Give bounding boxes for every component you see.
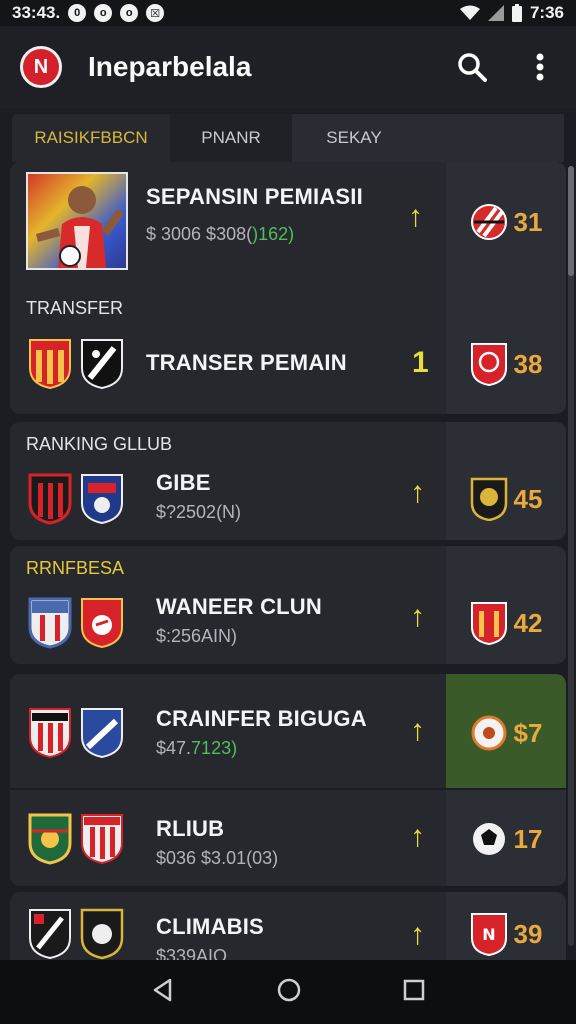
app-logo[interactable]: N [20, 46, 62, 88]
app-title: Ineparbelala [88, 51, 252, 82]
featured-title: SEPANSIN PEMIASII [146, 184, 363, 209]
list-item[interactable]: CRAINFER BIGUGA $47.7123) ↑ $7 [10, 698, 566, 768]
more-options-button[interactable] [524, 51, 556, 83]
search-icon [458, 53, 487, 82]
club-crest-icon [80, 338, 124, 390]
club-list-card[interactable]: CRAINFER BIGUGA $47.7123) ↑ $7 RLIUB $03… [10, 674, 566, 886]
trend-arrow: ↑ [410, 714, 425, 747]
rrnf-card[interactable]: RRNFBESA WANEER CLUN $:256AIN) ↑ 42 [10, 546, 566, 664]
ranking-row[interactable]: GIBE $?2502(N) ↑ 45 [10, 466, 566, 532]
list-item-title: CRAINFER BIGUGA [156, 706, 367, 731]
soccer-ball-icon [470, 817, 508, 861]
list-item-title: CLIMABIS [156, 914, 264, 939]
featured-sub-green: )162) [252, 224, 295, 244]
trend-arrow: ↑ [410, 600, 425, 633]
ranking-sub: $?2502(N) [156, 502, 242, 522]
wifi-icon [459, 5, 480, 20]
list-item-sub: $47. [156, 738, 192, 758]
trend-arrow: ↑ [410, 476, 425, 509]
trend-arrow: ↑ [408, 200, 423, 233]
search-button[interactable] [456, 51, 488, 83]
tab-bar-filler [416, 114, 564, 162]
list-item-sub: $036 $3.01(03) [156, 848, 279, 868]
featured-row[interactable]: SEPANSIN PEMIASII $ 3006 $308()162) ↑ 31 [10, 170, 566, 274]
club-crest-icon [470, 477, 508, 521]
rrnf-row[interactable]: WANEER CLUN $:256AIN) ↑ 42 [10, 590, 566, 656]
transfer-row[interactable]: TRANSER PEMAIN 1 38 [10, 332, 566, 396]
list-item-sub-green: 7123) [191, 738, 238, 758]
section-label-ranking: RANKING GLLUB [26, 434, 173, 454]
svg-text:N: N [482, 925, 495, 944]
section-label-rrnf: RRNFBESA [26, 558, 125, 578]
scrollbar-track[interactable] [568, 166, 574, 946]
notification-icon: o [94, 4, 113, 22]
back-icon [153, 978, 172, 1001]
score-value: 45 [513, 483, 543, 514]
tab-raisikfbbcn[interactable]: RAISIKFBBCN [12, 114, 170, 162]
section-label-transfer: TRANSFER [26, 298, 124, 318]
home-button[interactable] [276, 977, 302, 1008]
system-nav-bar [0, 960, 576, 1024]
trend-arrow: ↑ [410, 918, 425, 951]
club-crest-icon [80, 473, 124, 525]
home-icon [277, 978, 301, 1001]
club-crest-icon [28, 338, 72, 390]
tab-sekay[interactable]: SEKAY [292, 114, 416, 162]
club-crest-icon [80, 813, 124, 865]
club-crest-icon [28, 908, 72, 960]
battery-icon [511, 4, 522, 22]
tab-pnanr[interactable]: PNANR [170, 114, 292, 162]
club-crest-icon [80, 908, 124, 960]
ranking-card[interactable]: RANKING GLLUB GIBE $?2502(N) ↑ 45 [10, 422, 566, 540]
club-crest-icon [470, 200, 508, 244]
club-crest-icon: N [470, 912, 508, 956]
notification-icon: 0 [68, 4, 87, 22]
transfer-title: TRANSER PEMAIN [146, 350, 347, 375]
club-crest-icon [80, 707, 124, 759]
ranking-title: GIBE [156, 470, 211, 495]
player-photo [26, 172, 128, 270]
score-value: $7 [513, 717, 543, 748]
soccer-ball-icon [470, 711, 508, 755]
club-crest-icon [470, 342, 508, 386]
club-crest-icon [28, 597, 72, 649]
signal-icon [487, 5, 504, 21]
trend-arrow: ↑ [410, 820, 425, 853]
status-bar: 33:43. 0 o o ☒ 7:36 [0, 0, 576, 26]
score-value: 39 [513, 918, 543, 949]
recents-button[interactable] [402, 978, 426, 1007]
notification-icon: ☒ [146, 4, 165, 22]
notification-icon: o [120, 4, 139, 22]
back-button[interactable] [150, 977, 176, 1008]
rrnf-title: WANEER CLUN [156, 594, 322, 619]
app-bar: N Ineparbelala [0, 26, 576, 108]
list-item[interactable]: RLIUB $036 $3.01(03) ↑ 17 [10, 804, 566, 874]
score-value: 17 [513, 823, 543, 854]
score-value: 42 [513, 607, 543, 638]
logo-letter: N [33, 55, 49, 78]
list-item[interactable]: CLIMABIS $339AIO ↑ N 39 [10, 904, 566, 966]
tab-bar: RAISIKFBBCN PNANR SEKAY [12, 114, 564, 162]
more-vert-icon [536, 53, 544, 81]
list-item-title: RLIUB [156, 816, 225, 841]
rrnf-sub: $:256AIN) [156, 626, 238, 646]
status-time-left: 33:43. [12, 3, 61, 22]
score-value: 38 [513, 348, 543, 379]
score-value: 31 [513, 206, 543, 237]
featured-sub: $ 3006 $308( [146, 224, 253, 244]
club-crest-icon [28, 813, 72, 865]
club-crest-icon [28, 473, 72, 525]
recents-icon [403, 979, 425, 1000]
scrollbar-thumb[interactable] [568, 166, 574, 276]
status-time-right: 7:36 [529, 3, 564, 22]
club-crest-icon [28, 707, 72, 759]
featured-card[interactable]: SEPANSIN PEMIASII $ 3006 $308()162) ↑ 31… [10, 162, 566, 414]
club-crest-icon [470, 601, 508, 645]
club-crest-icon [80, 597, 124, 649]
trend-arrow: 1 [412, 346, 429, 379]
